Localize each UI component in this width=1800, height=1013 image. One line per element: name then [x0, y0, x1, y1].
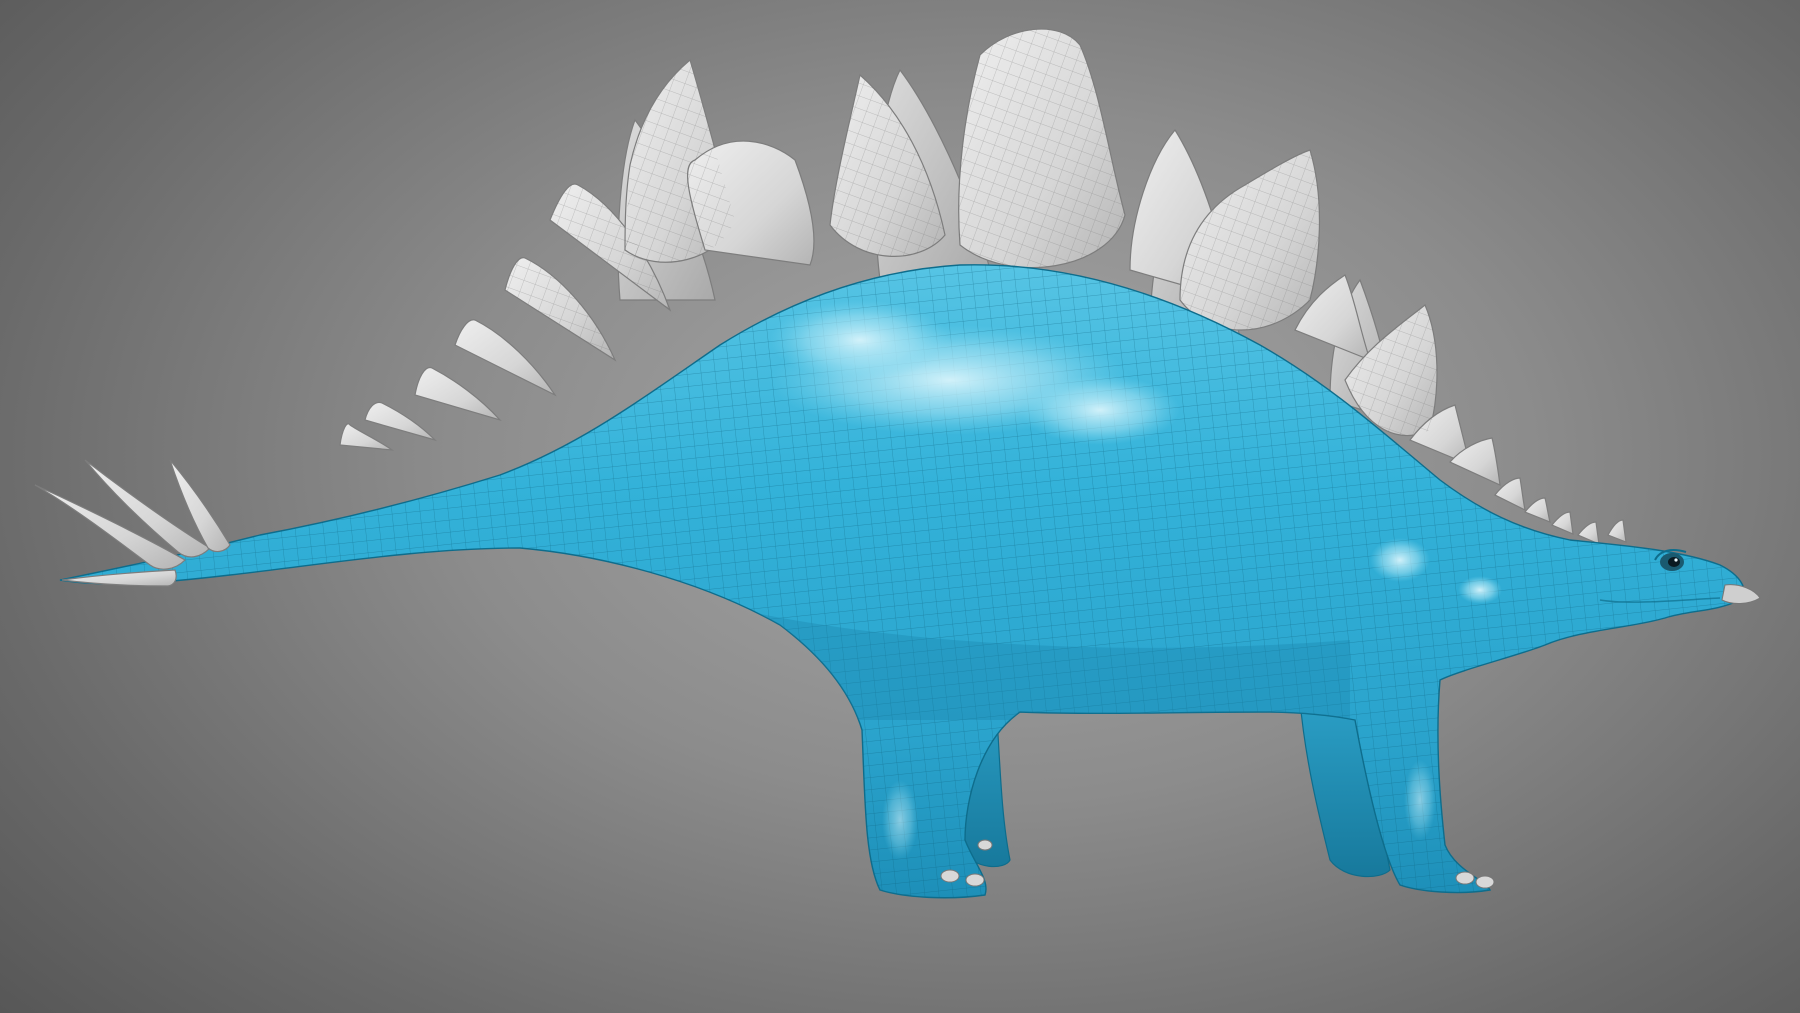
body: [59, 264, 1745, 899]
render-viewport: [0, 0, 1800, 1013]
eye-icon: [1668, 557, 1680, 567]
stegosaurus-render: [34, 28, 1761, 899]
